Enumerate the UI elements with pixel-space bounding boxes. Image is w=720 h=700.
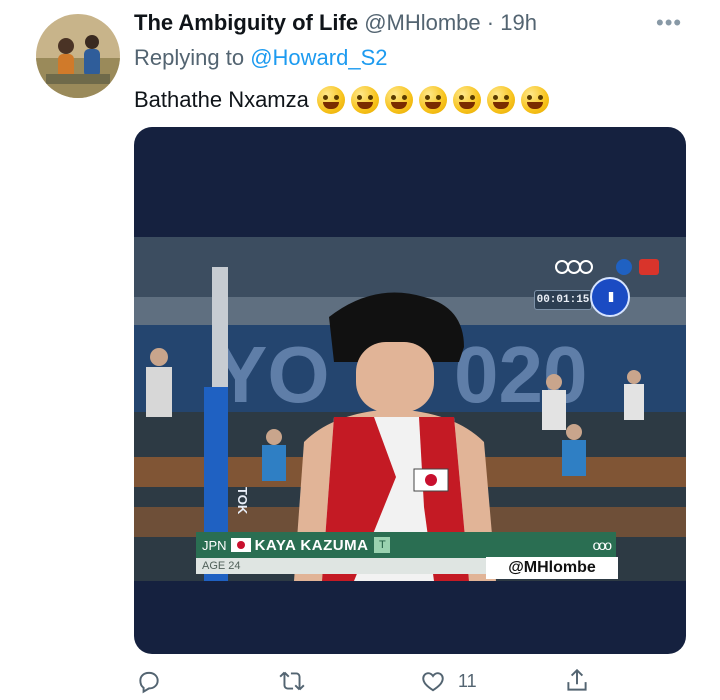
zany-tongue-emoji (520, 86, 549, 114)
replying-prefix: Replying to (134, 45, 245, 70)
olympic-rings-icon: ooo (592, 537, 612, 553)
svg-text:020: 020 (454, 330, 587, 419)
tweet-text: Bathathe Nxamza (134, 86, 549, 114)
replying-to-line: Replying to @Howard_S2 (134, 45, 388, 71)
pillar-text: TOK (235, 487, 250, 515)
display-name[interactable]: The Ambiguity of Life (134, 10, 358, 35)
athlete-badge: T (374, 537, 391, 553)
tweet-body: Bathathe Nxamza (134, 87, 309, 112)
athlete-lower-third: JPN KAYA KAZUMA T ooo (196, 532, 616, 558)
meta-separator: · (486, 10, 495, 35)
tweet-header: The Ambiguity of Life @MHlombe · 19h (134, 10, 537, 36)
tweet-actions: 11 (0, 664, 720, 698)
rofl-emoji (384, 86, 413, 114)
joy-emoji (418, 86, 447, 114)
rofl-emoji (452, 86, 481, 114)
retweet-icon (279, 671, 305, 691)
video-watermark: @MHlombe (486, 557, 618, 579)
svg-text:YO: YO (214, 330, 330, 419)
user-handle[interactable]: @MHlombe (364, 10, 480, 35)
japan-flag-icon (230, 538, 251, 552)
share-icon (567, 668, 587, 691)
country-code: JPN (202, 537, 227, 553)
avatar[interactable] (36, 14, 120, 98)
tweet-media[interactable]: YO 020 TOK 00:01:15 II JPN KAYA KAZUMA T… (134, 127, 686, 654)
pause-button[interactable]: II (590, 277, 630, 317)
reply-button[interactable] (136, 664, 162, 698)
video-timer: 00:01:15 (534, 290, 592, 310)
grinning-sweat-emoji (316, 86, 345, 114)
emoji-row (316, 86, 549, 114)
share-button[interactable] (564, 664, 590, 698)
heart-icon (422, 672, 444, 692)
reply-icon (139, 671, 159, 694)
avatar-image (36, 14, 120, 98)
more-options-icon[interactable]: ••• (656, 10, 682, 36)
timestamp[interactable]: 19h (500, 10, 537, 35)
replying-to-handle[interactable]: @Howard_S2 (250, 45, 387, 70)
grinning-sweat-emoji (350, 86, 379, 114)
athlete-name: KAYA KAZUMA (254, 536, 369, 554)
grinning-sweat-emoji (486, 86, 515, 114)
like-button[interactable]: 11 (420, 664, 477, 698)
retweet-button[interactable] (278, 664, 306, 698)
like-count: 11 (458, 670, 477, 691)
